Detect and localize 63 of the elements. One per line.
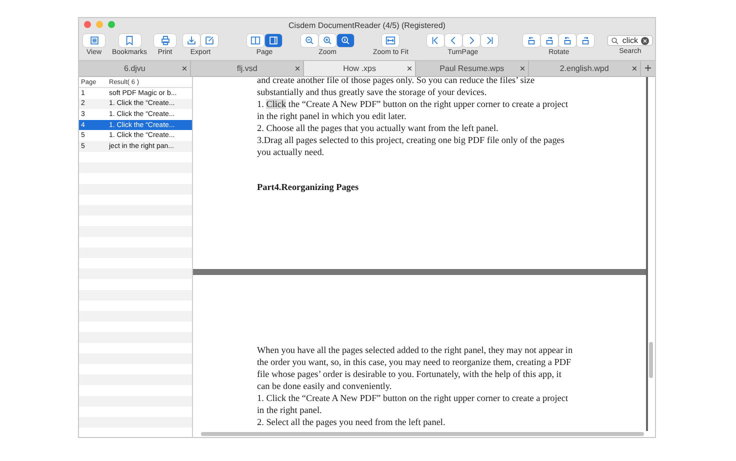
close-icon[interactable] [407, 66, 412, 71]
rotate-left-icon [526, 35, 538, 46]
horizontal-scrollbar[interactable] [201, 432, 644, 436]
toolbar-button[interactable] [183, 34, 200, 47]
toolbar-button[interactable] [301, 34, 318, 47]
toolbar-button[interactable] [247, 34, 264, 47]
window-title: Cisdem DocumentReader (4/5) (Registered) [288, 20, 446, 30]
toolbar-button[interactable] [118, 34, 140, 47]
text-line: 2. Choose all the pages that you actually want from the left panel. [257, 122, 500, 134]
rotate-left-icon [562, 35, 574, 46]
close-icon[interactable] [294, 66, 300, 71]
printer-icon [160, 35, 171, 46]
section-heading: Part4.Reorganizing Pages [257, 182, 360, 192]
text-line: 1. Click the “Create A New PDF” button on the right upper corner to create a project [257, 392, 570, 404]
toolbar-button[interactable] [83, 34, 105, 47]
search-icon [611, 36, 620, 44]
toolbar-button[interactable] [445, 34, 462, 47]
toolbar-button[interactable] [319, 34, 336, 47]
toolbar-button[interactable] [427, 34, 444, 47]
bookmark-icon [124, 35, 135, 46]
text-line: in the right panel in which you edit later. [257, 110, 408, 122]
two-column-icon [250, 35, 262, 46]
text-line: substantially and thus greatly save the storage of your devices. [257, 86, 488, 98]
close-icon[interactable] [632, 66, 638, 71]
rotate-right-icon [580, 35, 592, 46]
text-line: When you have all the pages selected added to the right panel, they may not appear in [257, 344, 574, 356]
toolbar-button[interactable] [337, 34, 354, 47]
text-line: in the right panel. [257, 404, 323, 416]
single-page-icon [268, 35, 280, 46]
toolbar-button[interactable] [577, 34, 594, 47]
text-line: the order you want, so, in this case, you may need to reorganize them, creating a PDF [257, 356, 572, 368]
zoom-out-icon [304, 35, 316, 46]
list-icon [88, 35, 100, 46]
text-line: file whose pages’ order is desirable to you. Fortunately, with the help of this app, it [257, 368, 562, 380]
toolbar-button[interactable] [481, 34, 498, 47]
toolbar-button[interactable] [541, 34, 558, 47]
rotate-right-icon [544, 35, 556, 46]
toolbar-button[interactable] [201, 34, 218, 47]
toolbar-button[interactable] [559, 34, 576, 47]
document-tab[interactable]: How .xps [304, 61, 416, 76]
text-line: you actually need. [257, 146, 326, 158]
clear-icon[interactable] [640, 36, 649, 44]
edit-icon [204, 35, 216, 46]
text-line: 1. Click the “Create A New PDF” button on the right upper corner to create a project [257, 98, 570, 110]
toolbar-button[interactable] [154, 34, 176, 47]
search-field[interactable]: click [607, 35, 653, 46]
toolbar-button[interactable] [265, 34, 282, 47]
add-tab-icon[interactable] [645, 65, 652, 71]
toolbar-button[interactable] [382, 34, 400, 47]
document-tab[interactable]: 2.english.wpd [528, 61, 642, 76]
toolbar-button[interactable] [463, 34, 480, 47]
text-line: can be done easily and conveniently. [257, 380, 393, 392]
text-line: 3.Drag all pages selected to this project, creating one big PDF file only of the pages [257, 134, 566, 146]
close-icon[interactable] [520, 66, 525, 71]
text-line: 2. Select all the pages you need from the left panel. [257, 416, 446, 428]
close-icon[interactable] [182, 66, 188, 71]
toolbar-button[interactable] [523, 34, 540, 47]
vertical-scrollbar[interactable] [649, 342, 653, 378]
fit-width-icon [385, 35, 396, 46]
magnifier-icon [340, 35, 352, 46]
last-page-icon [484, 35, 496, 46]
zoom-in-icon [322, 35, 334, 46]
download-icon [186, 35, 198, 46]
